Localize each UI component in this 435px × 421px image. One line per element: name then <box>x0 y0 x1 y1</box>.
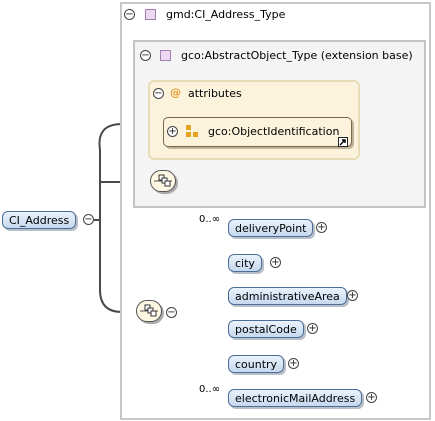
extension-base-title: gco:AbstractObject_Type (extension base) <box>181 49 413 62</box>
element-label: electronicMailAddress <box>235 392 356 405</box>
minus-toggle-icon[interactable]: − <box>140 50 151 61</box>
plus-toggle-icon[interactable]: + <box>366 392 377 403</box>
plus-toggle-icon[interactable]: + <box>316 222 327 233</box>
sequence-compositor-icon[interactable] <box>150 170 176 192</box>
plus-toggle-icon[interactable]: + <box>347 290 358 301</box>
attributes-title: attributes <box>188 87 242 100</box>
attribute-group-icon <box>186 125 198 137</box>
plus-toggle-icon[interactable]: + <box>167 126 178 137</box>
element-label: administrativeArea <box>235 290 340 303</box>
element-country[interactable]: country <box>228 355 285 373</box>
occurrence-label: 0..∞ <box>199 384 221 395</box>
element-delivery-point[interactable]: deliveryPoint <box>228 219 314 237</box>
minus-toggle-icon[interactable]: − <box>83 214 94 225</box>
root-element-label: CI_Address <box>9 214 70 227</box>
complex-type-icon <box>160 50 171 61</box>
element-electronic-mail-address[interactable]: electronicMailAddress <box>228 389 363 407</box>
element-label: city <box>235 257 255 270</box>
root-element-ci-address[interactable]: CI_Address <box>2 211 77 229</box>
minus-toggle-icon[interactable]: − <box>166 307 177 318</box>
attribute-symbol-icon: @ <box>170 86 181 99</box>
element-city[interactable]: city <box>228 254 262 272</box>
occurrence-label: 0..∞ <box>199 214 221 225</box>
attribute-group-label: gco:ObjectIdentification <box>208 125 340 138</box>
complex-type-title: gmd:CI_Address_Type <box>166 8 286 21</box>
element-label: country <box>235 358 278 371</box>
element-administrative-area[interactable]: administrativeArea <box>228 287 347 305</box>
element-label: postalCode <box>235 323 297 336</box>
element-label: deliveryPoint <box>235 222 307 235</box>
plus-toggle-icon[interactable]: + <box>270 257 281 268</box>
plus-toggle-icon[interactable]: + <box>288 358 299 369</box>
complex-type-icon <box>145 9 156 20</box>
reference-arrow-icon <box>338 137 348 147</box>
minus-toggle-icon[interactable]: − <box>153 88 164 99</box>
element-postal-code[interactable]: postalCode <box>228 320 304 338</box>
sequence-compositor-icon[interactable] <box>136 300 162 322</box>
minus-toggle-icon[interactable]: − <box>124 9 135 20</box>
plus-toggle-icon[interactable]: + <box>307 323 318 334</box>
